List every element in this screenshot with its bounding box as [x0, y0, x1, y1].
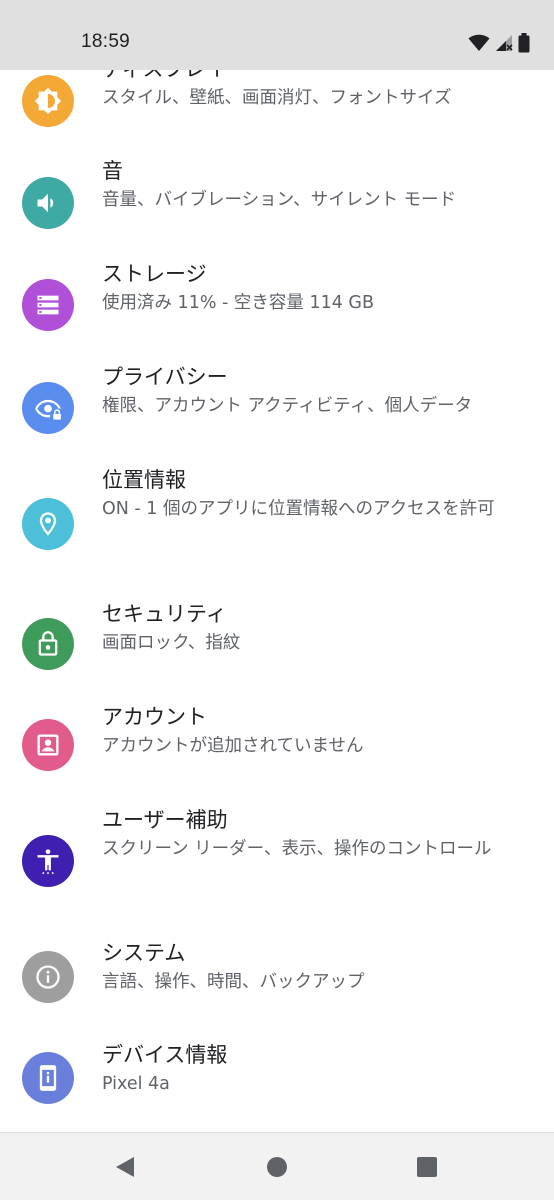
settings-item-title: ストレージ: [102, 262, 207, 286]
settings-item-title: ディスプレイ: [102, 70, 532, 84]
recents-button[interactable]: [415, 1155, 439, 1179]
back-button[interactable]: [113, 1155, 137, 1179]
settings-item-summary: 画面ロック、指紋: [102, 633, 241, 653]
wifi-icon: [468, 34, 490, 51]
home-icon: [267, 1157, 287, 1177]
settings-item-privacy[interactable]: プライバシー 権限、アカウント アクティビティ、個人データ: [0, 360, 554, 458]
home-button[interactable]: [265, 1155, 289, 1179]
settings-item-title: セキュリティ: [102, 602, 227, 626]
accessibility-icon-badge: [22, 835, 74, 887]
recents-icon: [417, 1157, 437, 1177]
settings-item-title: ユーザー補助: [102, 808, 228, 832]
settings-item-title: 位置情報: [102, 468, 186, 492]
accounts-icon-badge: [22, 719, 74, 771]
accessibility-icon: [37, 849, 59, 874]
settings-item-accounts[interactable]: アカウント アカウントが追加されていません: [0, 700, 554, 798]
settings-item-summary: 音量、バイブレーション、サイレント モード: [102, 190, 457, 210]
status-time: 18:59: [81, 31, 131, 52]
account-box-icon: [37, 734, 59, 756]
settings-item-summary: 言語、操作、時間、バックアップ: [102, 972, 365, 992]
security-icon-badge: [22, 618, 74, 670]
storage-icon: [37, 295, 59, 315]
settings-item-location[interactable]: 位置情報 ON - 1 個のアプリに位置情報へのアクセスを許可: [0, 463, 554, 593]
system-icon-badge: [22, 951, 74, 1003]
lock-icon: [38, 631, 58, 656]
location-icon-badge: [22, 498, 74, 550]
settings-item-title: アカウント: [102, 705, 207, 729]
back-icon: [116, 1157, 134, 1177]
settings-item-title: デバイス情報: [102, 1043, 228, 1067]
settings-item-title: 音: [102, 159, 123, 183]
settings-item-summary: ON - 1 個のアプリに位置情報へのアクセスを許可: [102, 499, 495, 519]
settings-item-display[interactable]: ディスプレイ スタイル、壁紙、画面消灯、フォントサイズ: [0, 70, 554, 150]
settings-list: ディスプレイ スタイル、壁紙、画面消灯、フォントサイズ 音 音量、バイブレーショ…: [0, 70, 554, 1132]
navigation-bar: [0, 1132, 554, 1200]
settings-item-sound[interactable]: 音 音量、バイブレーション、サイレント モード: [0, 154, 554, 252]
settings-item-about-device[interactable]: デバイス情報 Pixel 4a: [0, 1038, 554, 1132]
volume-icon: [37, 193, 54, 213]
settings-item-title: プライバシー: [102, 365, 228, 389]
privacy-eye-icon: [35, 399, 62, 420]
privacy-icon-badge: [22, 382, 74, 434]
info-icon: [36, 965, 60, 989]
brightness-icon: [34, 87, 62, 115]
settings-item-title: システム: [102, 941, 186, 965]
settings-item-system[interactable]: システム 言語、操作、時間、バックアップ: [0, 936, 554, 1034]
settings-item-accessibility[interactable]: ユーザー補助 スクリーン リーダー、表示、操作のコントロール: [0, 803, 554, 933]
status-bar: 18:59: [0, 0, 554, 70]
settings-item-summary: スタイル、壁紙、画面消灯、フォントサイズ: [102, 88, 452, 108]
display-icon-badge: [22, 75, 74, 127]
sound-icon-badge: [22, 177, 74, 229]
location-pin-icon: [39, 512, 57, 536]
settings-item-summary: スクリーン リーダー、表示、操作のコントロール: [102, 839, 492, 859]
settings-item-summary: Pixel 4a: [102, 1074, 170, 1094]
about-device-icon-badge: [22, 1052, 74, 1104]
settings-item-security[interactable]: セキュリティ 画面ロック、指紋: [0, 597, 554, 695]
status-icons: [468, 32, 530, 54]
phone-info-icon: [39, 1065, 57, 1091]
settings-item-storage[interactable]: ストレージ 使用済み 11% - 空き容量 114 GB: [0, 257, 554, 355]
signal-off-icon: [496, 35, 513, 51]
storage-icon-badge: [22, 279, 74, 331]
settings-item-summary: 使用済み 11% - 空き容量 114 GB: [102, 293, 374, 313]
battery-icon: [518, 33, 530, 53]
settings-item-summary: 権限、アカウント アクティビティ、個人データ: [102, 396, 473, 416]
settings-item-summary: アカウントが追加されていません: [102, 736, 364, 756]
